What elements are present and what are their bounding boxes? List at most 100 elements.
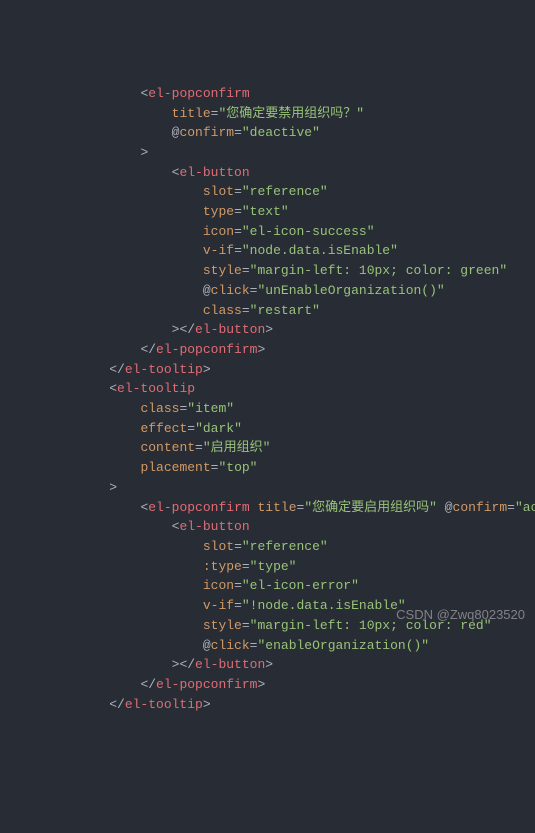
token-punct: </ (140, 677, 156, 692)
token-eq: = (234, 539, 242, 554)
token-str: "dark" (195, 421, 242, 436)
token-attr: class (203, 303, 242, 318)
token-str: "deactive" (242, 125, 320, 140)
token-str: "reference" (242, 184, 328, 199)
token-attr: v-if (203, 598, 234, 613)
token-punct: > (265, 657, 273, 672)
code-line[interactable]: slot="reference" (0, 537, 535, 557)
code-line[interactable]: v-if="node.data.isEnable" (0, 241, 535, 261)
watermark: CSDN @Zwq8023520 (396, 605, 525, 625)
token-punct: > (265, 322, 273, 337)
code-line[interactable]: icon="el-icon-success" (0, 222, 535, 242)
token-punct: > (203, 362, 211, 377)
code-line[interactable]: </el-tooltip> (0, 360, 535, 380)
token-attr: style (203, 618, 242, 633)
token-tag: el-popconfirm (148, 500, 249, 515)
token-attr: icon (203, 578, 234, 593)
code-line[interactable]: > (0, 478, 535, 498)
code-line[interactable]: effect="dark" (0, 419, 535, 439)
token-eq: = (234, 224, 242, 239)
code-line[interactable]: </el-popconfirm> (0, 675, 535, 695)
code-line[interactable]: <el-button (0, 163, 535, 183)
code-line[interactable]: <el-popconfirm (0, 84, 535, 104)
token-str: "item" (187, 401, 234, 416)
token-attr: click (211, 638, 250, 653)
token-tag: el-button (195, 322, 265, 337)
token-eq: = (234, 598, 242, 613)
code-line[interactable]: <el-tooltip (0, 379, 535, 399)
token-attr: class (140, 401, 179, 416)
token-attr: :type (203, 559, 242, 574)
code-line[interactable]: placement="top" (0, 458, 535, 478)
token-str: "top" (218, 460, 257, 475)
token-tag: el-tooltip (125, 697, 203, 712)
token-tag: el-button (179, 165, 249, 180)
token-attr: style (203, 263, 242, 278)
code-line[interactable]: title="您确定要禁用组织吗？" (0, 104, 535, 124)
token-eq: = (234, 243, 242, 258)
token-punct: > (109, 480, 117, 495)
token-str: "node.data.isEnable" (242, 243, 398, 258)
token-attr: content (140, 440, 195, 455)
token-str: "el-icon-error" (242, 578, 359, 593)
code-line[interactable]: > (0, 143, 535, 163)
token-punct: > (203, 697, 211, 712)
token-punct: < (109, 381, 117, 396)
code-line[interactable]: slot="reference" (0, 182, 535, 202)
token-attr: slot (203, 184, 234, 199)
code-line[interactable]: content="启用组织" (0, 438, 535, 458)
token-tag: el-button (179, 519, 249, 534)
token-eq: = (234, 184, 242, 199)
token-eq: = (234, 578, 242, 593)
code-line[interactable]: </el-tooltip> (0, 695, 535, 715)
token-str: "el-icon-success" (242, 224, 375, 239)
token-eq: = (242, 303, 250, 318)
token-tag: el-popconfirm (156, 342, 257, 357)
token-attr: v-if (203, 243, 234, 258)
code-line[interactable]: icon="el-icon-error" (0, 576, 535, 596)
token-punct (437, 500, 445, 515)
code-line[interactable]: @click="unEnableOrganization()" (0, 281, 535, 301)
token-attr: effect (140, 421, 187, 436)
token-at: @ (445, 500, 453, 515)
code-line[interactable]: ></el-button> (0, 320, 535, 340)
code-line[interactable]: class="restart" (0, 301, 535, 321)
token-punct: ></ (172, 657, 195, 672)
token-attr: title (257, 500, 296, 515)
code-line[interactable]: </el-popconfirm> (0, 340, 535, 360)
token-tag: el-tooltip (125, 362, 203, 377)
token-str: "reference" (242, 539, 328, 554)
code-line[interactable]: style="margin-left: 10px; color: green" (0, 261, 535, 281)
token-eq: = (242, 559, 250, 574)
code-line[interactable]: @confirm="deactive" (0, 123, 535, 143)
token-attr: click (211, 283, 250, 298)
token-str: "您确定要启用组织吗" (304, 500, 437, 515)
code-line[interactable]: class="item" (0, 399, 535, 419)
token-eq: = (195, 440, 203, 455)
code-line[interactable]: ></el-button> (0, 655, 535, 675)
token-str: "restart" (250, 303, 320, 318)
token-tag: el-popconfirm (148, 86, 249, 101)
token-eq: = (242, 263, 250, 278)
code-line[interactable]: type="text" (0, 202, 535, 222)
token-str: "text" (242, 204, 289, 219)
token-tag: el-button (195, 657, 265, 672)
token-at: @ (203, 283, 211, 298)
token-punct: > (257, 342, 265, 357)
token-punct: > (140, 145, 148, 160)
token-punct: </ (109, 362, 125, 377)
token-attr: icon (203, 224, 234, 239)
code-line[interactable]: @click="enableOrganization()" (0, 636, 535, 656)
token-punct: </ (109, 697, 125, 712)
token-str: "!node.data.isEnable" (242, 598, 406, 613)
token-punct: > (257, 677, 265, 692)
token-attr: type (203, 204, 234, 219)
code-line[interactable]: <el-popconfirm title="您确定要启用组织吗" @confir… (0, 498, 535, 518)
token-tag: el-popconfirm (156, 677, 257, 692)
token-attr: confirm (179, 125, 234, 140)
token-eq: = (234, 204, 242, 219)
code-line[interactable]: <el-button (0, 517, 535, 537)
code-line[interactable]: :type="type" (0, 557, 535, 577)
token-str: "enableOrganization()" (257, 638, 429, 653)
token-attr: confirm (453, 500, 508, 515)
